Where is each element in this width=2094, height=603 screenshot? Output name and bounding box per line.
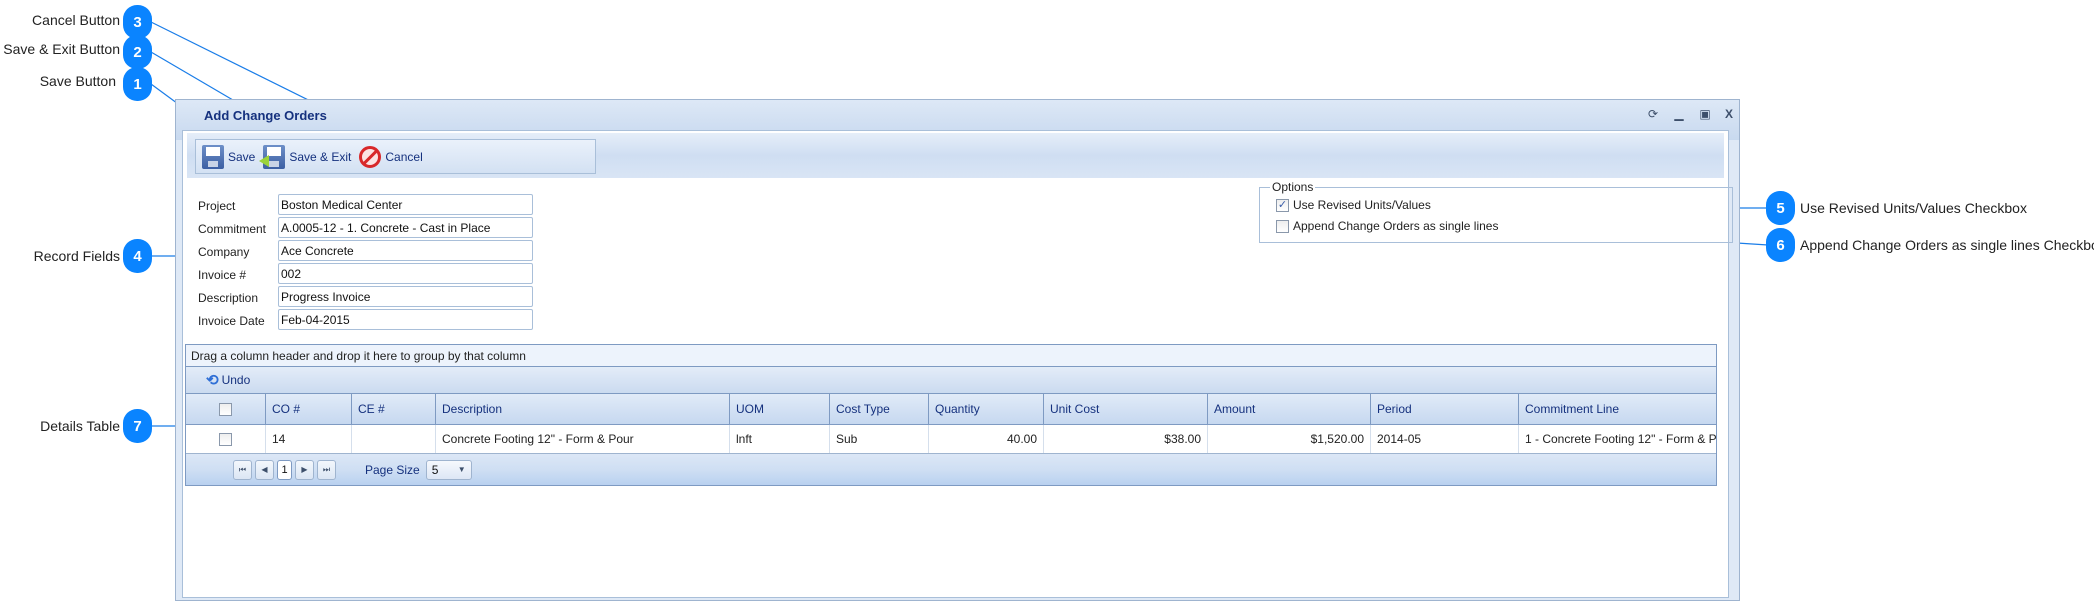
window-title: Add Change Orders <box>204 108 327 123</box>
cell-amount[interactable]: $1,520.00 <box>1208 425 1371 453</box>
last-page-button[interactable]: ⏭ <box>317 459 336 480</box>
column-header-co[interactable]: CO # <box>266 394 352 424</box>
save-button-label: Save <box>228 149 256 164</box>
prev-page-button[interactable]: ◀ <box>255 459 274 480</box>
callout-badge-6: 6 <box>1766 228 1795 262</box>
options-legend: Options <box>1270 180 1316 194</box>
callout-label-cancel: Cancel Button <box>32 12 120 28</box>
use-revised-checkbox[interactable]: ✓ Use Revised Units/Values <box>1276 198 1431 212</box>
table-header-row: CO # CE # Description UOM Cost Type Quan… <box>186 394 1716 425</box>
details-table: Drag a column header and drop it here to… <box>185 344 1717 486</box>
invoice-number-field[interactable] <box>278 263 533 284</box>
select-all-header[interactable] <box>186 394 266 424</box>
project-field[interactable] <box>278 194 533 215</box>
floppy-disk-icon <box>202 144 224 169</box>
callout-badge-5: 5 <box>1766 191 1795 225</box>
company-field[interactable] <box>278 240 533 261</box>
cell-quantity[interactable]: 40.00 <box>929 425 1044 453</box>
callout-badge-3: 3 <box>123 5 152 39</box>
checkbox-unchecked[interactable] <box>1276 219 1289 233</box>
column-header-description[interactable]: Description <box>436 394 730 424</box>
commitment-field[interactable] <box>278 217 533 238</box>
page-size-select[interactable]: 5 ▼ <box>425 459 472 480</box>
append-single-lines-checkbox[interactable]: Append Change Orders as single lines <box>1276 219 1498 233</box>
current-page[interactable]: 1 <box>277 459 292 480</box>
cell-period[interactable]: 2014-05 <box>1371 425 1519 453</box>
callout-badge-2: 2 <box>123 35 152 69</box>
save-exit-button[interactable]: Save & Exit <box>259 144 352 169</box>
column-header-quantity[interactable]: Quantity <box>929 394 1044 424</box>
first-page-button[interactable]: ⏮ <box>233 459 252 480</box>
table-row[interactable]: 14 Concrete Footing 12" - Form & Pour ln… <box>186 425 1716 454</box>
undo-icon: ⟲ <box>206 372 219 389</box>
checkbox-checked[interactable]: ✓ <box>1276 198 1289 212</box>
callout-badge-7: 7 <box>123 409 152 443</box>
page-size-value: 5 <box>431 462 439 477</box>
callout-label-use-revised: Use Revised Units/Values Checkbox <box>1800 200 2027 216</box>
cancel-button-label: Cancel <box>385 149 423 164</box>
callout-label-record-fields: Record Fields <box>33 248 120 264</box>
maximize-icon[interactable]: ▣ <box>1697 107 1713 123</box>
cell-uom[interactable]: lnft <box>730 425 830 453</box>
title-bar[interactable]: Add Change Orders ⟳ ▁ ▣ X <box>176 100 1739 130</box>
cancel-icon <box>359 145 382 168</box>
callout-badge-1: 1 <box>123 67 152 101</box>
callout-label-save-exit: Save & Exit Button <box>3 41 120 57</box>
description-field[interactable] <box>278 286 533 307</box>
cell-co[interactable]: 14 <box>266 425 352 453</box>
append-single-lines-label: Append Change Orders as single lines <box>1293 219 1499 233</box>
cancel-button[interactable]: Cancel <box>359 145 423 168</box>
chevron-down-icon: ▼ <box>457 465 466 474</box>
row-select-cell[interactable] <box>186 425 266 453</box>
options-group: Options ✓ Use Revised Units/Values Appen… <box>1259 180 1733 243</box>
toolbar: Save Save & Exit Cancel <box>187 133 1724 178</box>
invoice-date-label: Invoice Date <box>198 314 265 328</box>
description-label: Description <box>198 291 259 305</box>
project-label: Project <box>198 199 236 213</box>
save-exit-button-label: Save & Exit <box>289 149 352 164</box>
row-checkbox[interactable] <box>219 432 232 446</box>
callout-label-save: Save Button <box>39 73 116 89</box>
minimize-icon[interactable]: ▁ <box>1671 107 1687 123</box>
add-change-orders-window: Add Change Orders ⟳ ▁ ▣ X Save Save & Ex… <box>175 99 1740 601</box>
save-exit-icon <box>259 144 286 169</box>
cell-cost-type[interactable]: Sub <box>830 425 929 453</box>
grid-toolbar: ⟲ Undo <box>186 367 1716 394</box>
select-all-checkbox[interactable] <box>219 402 232 416</box>
callout-label-details-table: Details Table <box>40 418 120 434</box>
column-header-commitment-line[interactable]: Commitment Line <box>1519 394 1716 424</box>
cell-commitment-line[interactable]: 1 - Concrete Footing 12" - Form & Pour <box>1519 425 1716 453</box>
column-header-amount[interactable]: Amount <box>1208 394 1371 424</box>
column-header-period[interactable]: Period <box>1371 394 1519 424</box>
close-icon[interactable]: X <box>1721 107 1737 123</box>
refresh-icon[interactable]: ⟳ <box>1645 107 1661 123</box>
next-page-button[interactable]: ▶ <box>295 459 314 480</box>
column-header-ce[interactable]: CE # <box>352 394 436 424</box>
column-header-uom[interactable]: UOM <box>730 394 830 424</box>
toolbar-group: Save Save & Exit Cancel <box>195 139 596 174</box>
column-header-unit-cost[interactable]: Unit Cost <box>1044 394 1208 424</box>
undo-button[interactable]: ⟲ Undo <box>206 371 250 389</box>
use-revised-label: Use Revised Units/Values <box>1293 198 1431 212</box>
commitment-label: Commitment <box>198 222 267 236</box>
save-button[interactable]: Save <box>202 144 256 169</box>
cell-ce[interactable] <box>352 425 436 453</box>
invoice-date-field[interactable] <box>278 309 533 330</box>
cell-unit-cost[interactable]: $38.00 <box>1044 425 1208 453</box>
cell-description[interactable]: Concrete Footing 12" - Form & Pour <box>436 425 730 453</box>
undo-label: Undo <box>221 373 251 387</box>
callout-label-append: Append Change Orders as single lines Che… <box>1800 237 2094 253</box>
column-header-cost-type[interactable]: Cost Type <box>830 394 929 424</box>
pager: ⏮ ◀ 1 ▶ ⏭ Page Size 5 ▼ <box>186 454 1716 485</box>
callout-badge-4: 4 <box>123 239 152 273</box>
group-by-panel[interactable]: Drag a column header and drop it here to… <box>186 345 1716 367</box>
invoice-number-label: Invoice # <box>198 268 247 282</box>
page-size-label: Page Size <box>365 462 420 477</box>
window-content: Save Save & Exit Cancel Project Commitme… <box>182 130 1733 598</box>
company-label: Company <box>198 245 250 259</box>
